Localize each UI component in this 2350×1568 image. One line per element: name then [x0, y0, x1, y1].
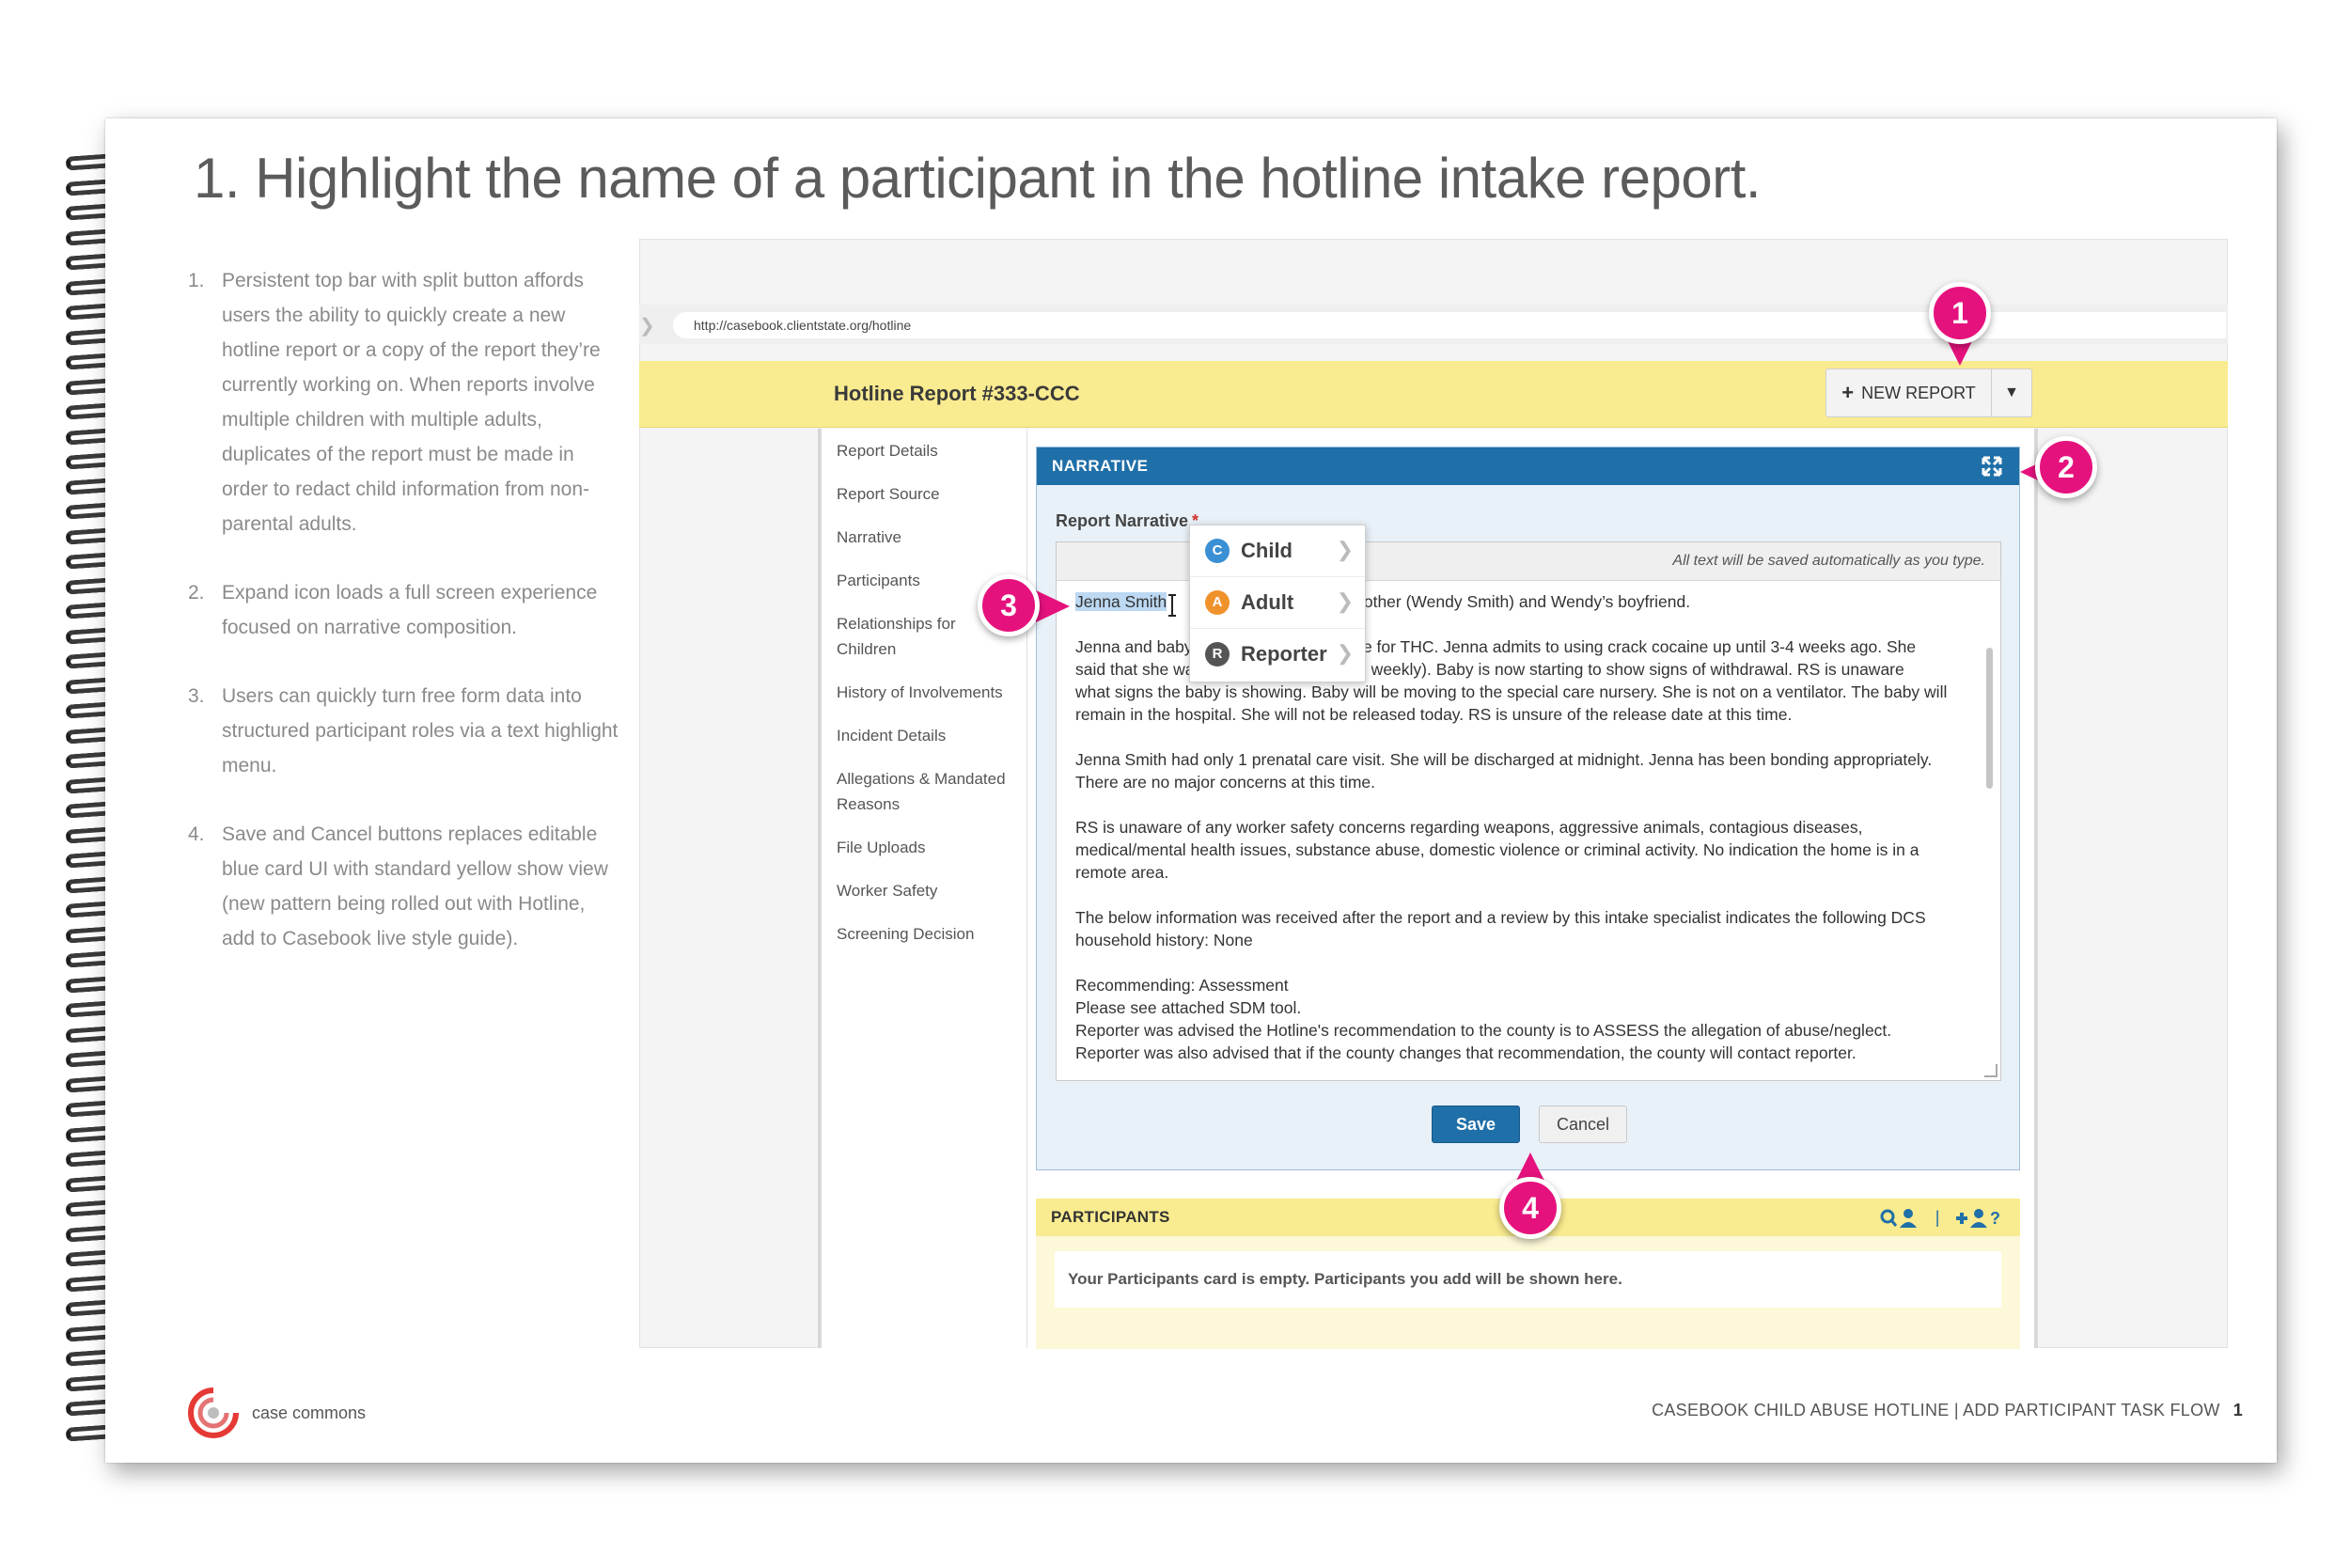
nav-item-narrative[interactable]: Narrative	[822, 525, 1026, 550]
note-item: 4. Save and Cancel buttons replaces edit…	[188, 823, 608, 949]
note-item: 3. Users can quickly turn free form data…	[188, 685, 619, 776]
narrative-card-header: NARRATIVE	[1037, 447, 2019, 485]
child-badge-icon: C	[1205, 539, 1230, 563]
plus-icon: +	[1841, 381, 1855, 404]
save-button[interactable]: Save	[1432, 1105, 1520, 1143]
chevron-right-icon: ❯	[1336, 641, 1354, 665]
expand-icon[interactable]	[1982, 456, 2002, 477]
nav-item-relationships[interactable]: Relationships for Children	[822, 611, 978, 662]
menu-item-child[interactable]: C Child ❯	[1190, 525, 1365, 577]
menu-item-reporter[interactable]: R Reporter ❯	[1190, 629, 1365, 680]
note-item: 2. Expand icon loads a full screen exper…	[188, 582, 598, 638]
page-number: 1	[2232, 1401, 2243, 1419]
nav-item-report-details[interactable]: Report Details	[822, 438, 1026, 463]
notes-list: 1. Persistent top bar with split button …	[188, 263, 620, 990]
narrative-card: NARRATIVE Report Narrative * All text wil…	[1036, 447, 2020, 1170]
add-person-icon[interactable]: ?	[1954, 1207, 2007, 1230]
page-footer: CASEBOOK CHILD ABUSE HOTLINE | ADD PARTI…	[1652, 1401, 2243, 1419]
case-commons-logo-icon	[188, 1388, 239, 1438]
reporter-badge-icon: R	[1205, 642, 1230, 666]
menu-item-adult[interactable]: A Adult ❯	[1190, 577, 1365, 629]
nav-item-screening-decision[interactable]: Screening Decision	[822, 921, 1026, 947]
chevron-right-icon: ❯	[1336, 538, 1354, 561]
new-report-split-button: + NEW REPORT ▼	[1825, 368, 2032, 417]
nav-item-worker-safety[interactable]: Worker Safety	[822, 878, 1026, 903]
report-narrative-label: Report Narrative *	[1056, 511, 1199, 530]
search-person-icon[interactable]	[1879, 1207, 1920, 1230]
svg-text:?: ?	[1990, 1209, 2000, 1228]
participant-actions: | ?	[1879, 1199, 2007, 1236]
chevron-right-icon: ❯	[1336, 589, 1354, 613]
callout-4: 4	[1499, 1177, 1561, 1239]
text-cursor-icon	[1167, 594, 1177, 617]
top-bar: Hotline Report #333-CCC + NEW REPORT ▼	[639, 361, 2228, 428]
callout-pointer-3	[1036, 590, 1070, 622]
dropdown-caret-icon[interactable]: ▼	[1992, 369, 2031, 416]
url-field[interactable]: http://casebook.clientstate.org/hotline	[673, 312, 2226, 338]
brand: case commons	[188, 1387, 366, 1439]
highlighted-name[interactable]: Jenna Smith	[1075, 592, 1167, 611]
callout-2: 2	[2035, 436, 2097, 498]
report-title: Hotline Report #333-CCC	[834, 382, 1080, 405]
new-report-button[interactable]: + NEW REPORT	[1826, 369, 1992, 416]
note-item: 1. Persistent top bar with split button …	[188, 270, 601, 535]
nav-item-allegations[interactable]: Allegations & Mandated Reasons	[822, 766, 1015, 817]
side-nav: Report Details Report Source Narrative P…	[822, 429, 1027, 1348]
adult-badge-icon: A	[1205, 590, 1230, 615]
callout-3: 3	[978, 574, 1040, 636]
page-title: 1. Highlight the name of a participant i…	[194, 147, 1762, 210]
callout-1: 1	[1929, 282, 1991, 344]
nav-item-report-source[interactable]: Report Source	[822, 481, 1026, 507]
cancel-button[interactable]: Cancel	[1539, 1105, 1627, 1143]
participants-empty-message: Your Participants card is empty. Partici…	[1055, 1251, 2001, 1308]
nav-item-history[interactable]: History of Involvements	[822, 680, 1026, 705]
back-arrow-icon[interactable]: ❯	[639, 314, 655, 337]
nav-item-file-uploads[interactable]: File Uploads	[822, 835, 1026, 860]
nav-item-incident-details[interactable]: Incident Details	[822, 723, 1026, 748]
scrollbar[interactable]	[1986, 648, 1993, 789]
participant-role-menu: C Child ❯ A Adult ❯ R Reporter ❯	[1189, 525, 1366, 682]
brand-name: case commons	[252, 1403, 367, 1422]
resize-handle-icon[interactable]	[1984, 1064, 1998, 1077]
